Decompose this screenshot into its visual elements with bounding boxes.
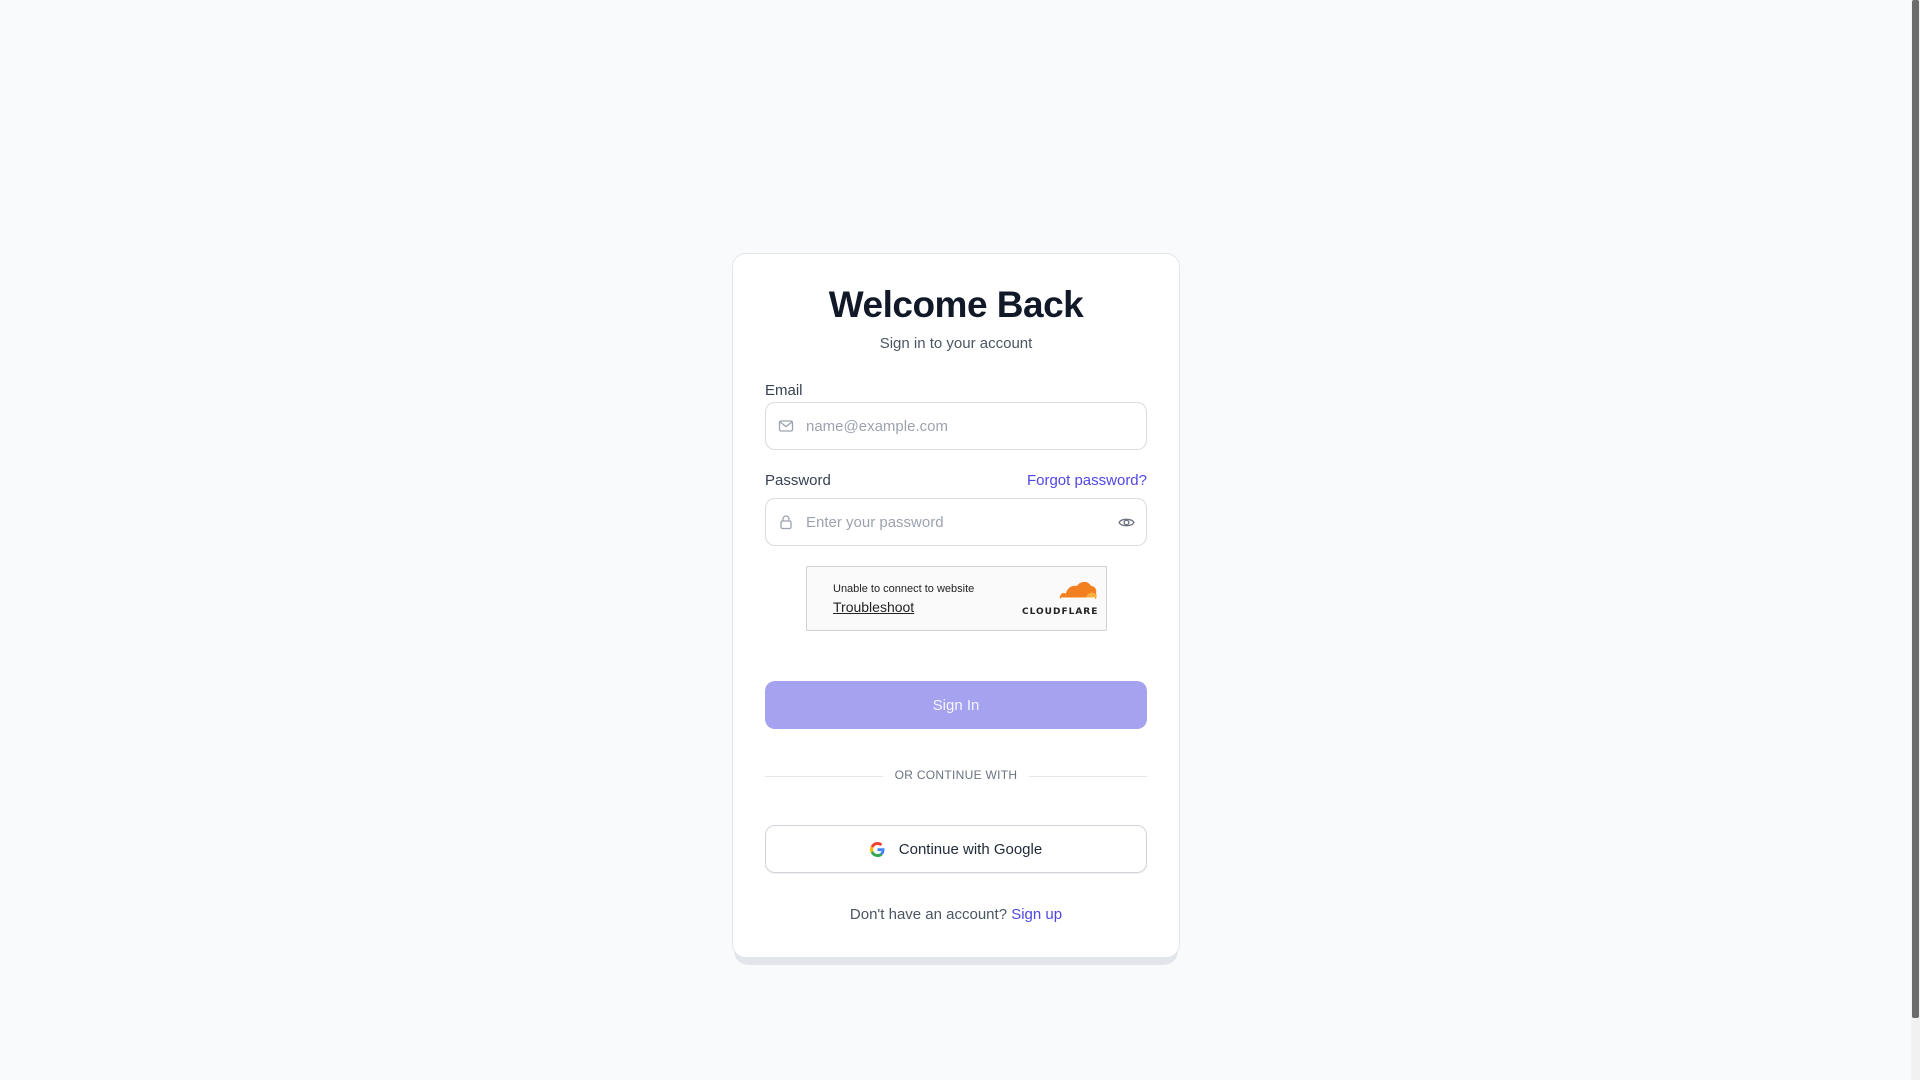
page-title: Welcome Back <box>828 284 1084 325</box>
cloudflare-logo-text: CLOUDFLARE <box>1022 607 1099 617</box>
password-field-container[interactable] <box>765 498 1147 546</box>
page-subtitle: Sign in to your account <box>879 335 1033 352</box>
forgot-password-link[interactable]: Forgot password? <box>1027 472 1147 489</box>
google-button-content: Continue with Google <box>766 826 1146 872</box>
signup-link[interactable]: Sign up <box>1011 906 1062 923</box>
lock-icon <box>780 515 792 530</box>
sign-in-button[interactable]: Sign In <box>765 681 1147 729</box>
divider-label: OR CONTINUE WITH <box>894 768 1018 782</box>
email-label: Email <box>765 382 803 399</box>
signup-prompt: Don't have an account? Sign up <box>733 906 1179 923</box>
divider-line-right <box>1029 776 1147 777</box>
password-label: Password <box>765 472 831 489</box>
email-field-container[interactable] <box>765 402 1147 450</box>
page-scrollbar[interactable] <box>1911 0 1920 1080</box>
google-icon <box>869 841 885 857</box>
login-card: Welcome Back Sign in to your account Ema… <box>732 253 1180 958</box>
turnstile-message: Unable to connect to website <box>833 583 975 595</box>
cloudflare-logo: CLOUDFLARE <box>1022 579 1098 619</box>
eye-icon[interactable] <box>1118 514 1135 531</box>
scrollbar-thumb[interactable] <box>1912 0 1919 1018</box>
cloudflare-turnstile-widget: Unable to connect to website Troubleshoo… <box>806 566 1107 631</box>
google-signin-button[interactable]: Continue with Google <box>765 825 1147 873</box>
google-button-label: Continue with Google <box>898 840 1043 858</box>
cloudflare-cloud-icon <box>1059 581 1097 600</box>
turnstile-troubleshoot-link[interactable]: Troubleshoot <box>833 599 914 615</box>
mail-icon <box>778 420 794 432</box>
email-input[interactable] <box>806 403 1106 449</box>
password-input[interactable] <box>806 499 1106 545</box>
signup-prompt-text: Don't have an account? <box>849 906 1008 923</box>
